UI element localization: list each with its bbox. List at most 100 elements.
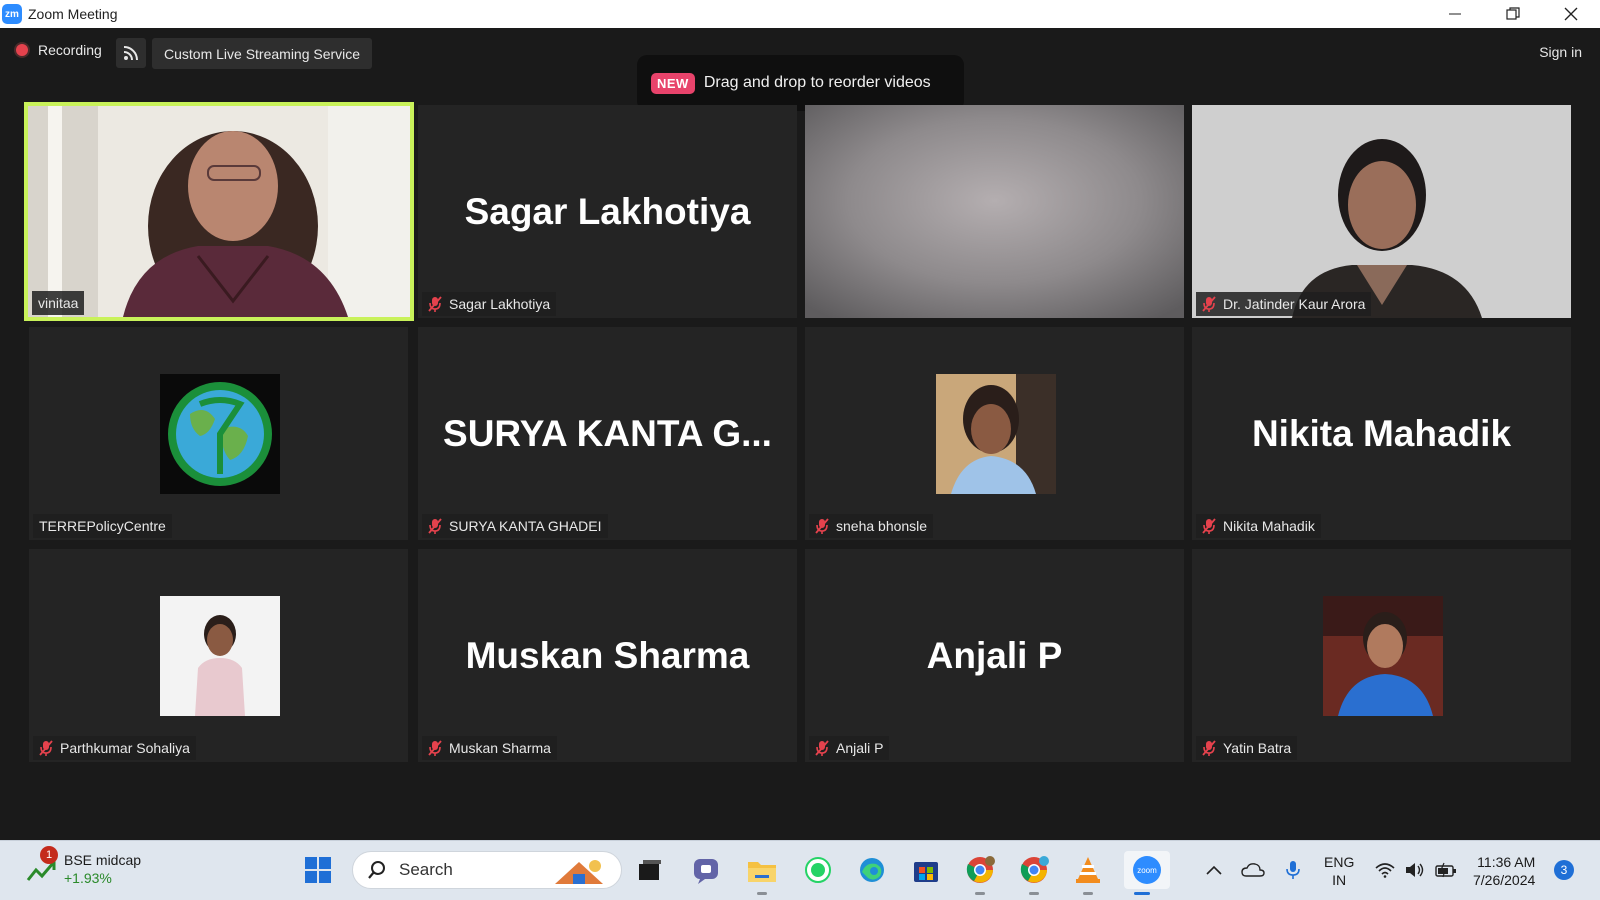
- participant-big-name: Sagar Lakhotiya: [464, 190, 751, 232]
- restore-icon: [1506, 7, 1520, 20]
- volume-icon: [1406, 863, 1424, 877]
- participant-nametag: Nikita Mahadik: [1196, 514, 1321, 538]
- stream-service-button[interactable]: Custom Live Streaming Service: [152, 38, 373, 69]
- cloud-sync-icon: [1241, 863, 1265, 877]
- restore-button[interactable]: [1484, 0, 1542, 28]
- mic-muted-icon: [1202, 296, 1216, 312]
- input-language[interactable]: ENG IN: [1324, 853, 1354, 889]
- svg-text:zoom: zoom: [1137, 866, 1157, 875]
- video-tile-muskan[interactable]: Muskan Sharma Muskan Sharma: [418, 549, 797, 762]
- chat-icon: [694, 859, 718, 884]
- mic-muted-icon: [1202, 518, 1216, 534]
- vlc-button[interactable]: [1070, 851, 1106, 895]
- video-tile-sagar[interactable]: Sagar Lakhotiya Sagar Lakhotiya: [418, 105, 797, 318]
- running-indicator: [1029, 892, 1039, 895]
- zoom-app-icon: zoom: [1133, 856, 1161, 884]
- wifi-button[interactable]: [1374, 857, 1396, 883]
- onedrive-button[interactable]: [1240, 857, 1266, 883]
- video-tile-nikita[interactable]: Nikita Mahadik Nikita Mahadik: [1192, 327, 1571, 540]
- file-explorer-button[interactable]: [744, 851, 780, 895]
- rss-stream-icon: [123, 46, 138, 61]
- volume-button[interactable]: [1404, 857, 1426, 883]
- search-placeholder: Search: [399, 860, 453, 879]
- mic-muted-icon: [815, 518, 829, 534]
- whatsapp-button[interactable]: [800, 851, 836, 889]
- participant-nametag: vinitaa: [32, 291, 85, 315]
- widget-badge: 1: [40, 846, 58, 864]
- running-indicator: [1083, 892, 1093, 895]
- edge-browser-button[interactable]: [854, 851, 890, 889]
- ms-store-button[interactable]: [908, 851, 944, 889]
- video-tile-vinitaa[interactable]: vinitaa: [24, 102, 414, 321]
- start-button[interactable]: [300, 851, 336, 889]
- chrome-icon: [966, 856, 995, 883]
- mic-muted-icon: [428, 518, 442, 534]
- language-region: IN: [1332, 872, 1347, 888]
- participant-big-name: SURYA KANTA G...: [443, 412, 772, 454]
- task-view-icon: [639, 860, 661, 880]
- close-button[interactable]: [1542, 0, 1600, 28]
- search-highlight-icon: [555, 860, 603, 884]
- minimize-button[interactable]: [1426, 0, 1484, 28]
- widget-change: +1.93%: [64, 870, 112, 886]
- video-tile-sneha[interactable]: sneha bhonsle: [805, 327, 1184, 540]
- running-indicator: [975, 892, 985, 895]
- clock-date: 7/26/2024: [1473, 872, 1536, 888]
- recording-indicator[interactable]: Recording: [16, 42, 102, 58]
- edge-icon: [860, 858, 884, 882]
- whatsapp-icon: [805, 857, 831, 883]
- chrome-profile-1-button[interactable]: [962, 851, 998, 895]
- live-stream-button[interactable]: [116, 38, 146, 68]
- video-tile-surya[interactable]: SURYA KANTA G... SURYA KANTA GHADEI: [418, 327, 797, 540]
- chrome-profile-2-button[interactable]: [1016, 851, 1052, 895]
- profile-photo: [1323, 596, 1443, 716]
- notification-count-badge[interactable]: 3: [1554, 860, 1574, 880]
- participant-avatar: [160, 374, 280, 494]
- show-hidden-icons-button[interactable]: [1202, 857, 1226, 883]
- video-tile-parthkumar[interactable]: Parthkumar Sohaliya: [29, 549, 408, 762]
- participant-nametag: Dr. Jatinder Kaur Arora: [1196, 292, 1372, 316]
- windows-taskbar: 1 BSE midcap +1.93% Search zoom ENG IN 1…: [0, 840, 1600, 900]
- video-tile-blurred[interactable]: [805, 105, 1184, 318]
- mic-muted-icon: [815, 740, 829, 756]
- video-tile-anjali[interactable]: Anjali P Anjali P: [805, 549, 1184, 762]
- participant-nametag: Muskan Sharma: [422, 736, 557, 760]
- participant-name: Sagar Lakhotiya: [449, 296, 551, 312]
- running-indicator: [757, 892, 767, 895]
- folder-icon: [748, 862, 776, 882]
- participant-nametag: sneha bhonsle: [809, 514, 934, 538]
- system-clock[interactable]: 11:36 AM 7/26/2024: [1473, 853, 1535, 889]
- participant-big-name: Anjali P: [926, 634, 1063, 676]
- recording-label: Recording: [38, 42, 102, 58]
- participant-nametag: Sagar Lakhotiya: [422, 292, 557, 316]
- task-view-button[interactable]: [632, 851, 668, 889]
- participant-nametag: Parthkumar Sohaliya: [33, 736, 196, 760]
- taskbar-search[interactable]: Search: [352, 851, 622, 889]
- battery-button[interactable]: [1434, 857, 1458, 883]
- participant-name: SURYA KANTA GHADEI: [449, 518, 602, 534]
- profile-photo: [936, 374, 1056, 494]
- mic-muted-icon: [39, 740, 53, 756]
- microphone-icon: [1286, 861, 1300, 879]
- participant-name: sneha bhonsle: [836, 518, 928, 534]
- video-tile-terre[interactable]: TERREPolicyCentre: [29, 327, 408, 540]
- microphone-tray-button[interactable]: [1282, 857, 1304, 883]
- search-icon: [368, 861, 385, 879]
- participant-nametag: Yatin Batra: [1196, 736, 1298, 760]
- video-tile-jatinder[interactable]: Dr. Jatinder Kaur Arora: [1192, 105, 1571, 318]
- participant-avatar: [1323, 596, 1443, 716]
- teams-chat-button[interactable]: [688, 851, 724, 889]
- participant-name: Parthkumar Sohaliya: [60, 740, 190, 756]
- stock-widget[interactable]: 1 BSE midcap +1.93%: [26, 846, 141, 887]
- zoom-taskbar-button[interactable]: zoom: [1124, 851, 1170, 895]
- wifi-icon: [1375, 863, 1395, 878]
- meeting-area: Recording Custom Live Streaming Service …: [0, 28, 1600, 840]
- signin-link[interactable]: Sign in: [1539, 44, 1582, 60]
- window-controls: [1426, 0, 1600, 28]
- video-tile-yatin[interactable]: Yatin Batra: [1192, 549, 1571, 762]
- participant-nametag: Anjali P: [809, 736, 890, 760]
- participant-name: Nikita Mahadik: [1223, 518, 1315, 534]
- mic-muted-icon: [1202, 740, 1216, 756]
- store-icon: [914, 862, 938, 882]
- participant-video: [28, 106, 410, 317]
